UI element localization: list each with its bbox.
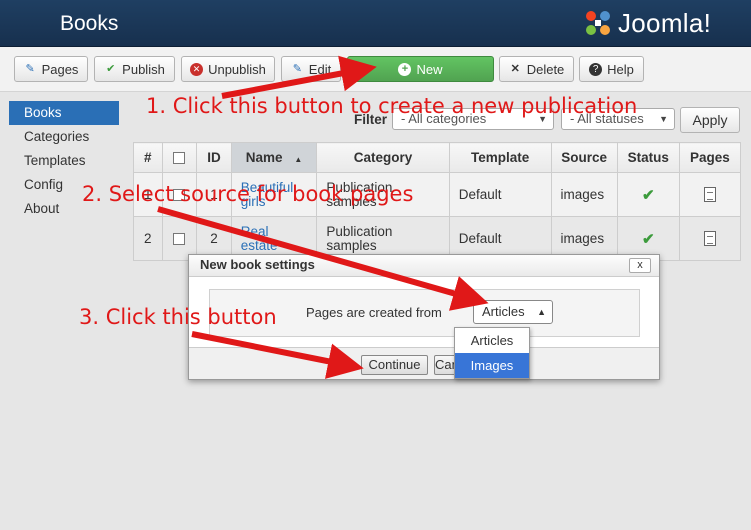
cancel-button[interactable]: Cancel [434, 355, 456, 375]
chevron-up-icon: ▲ [537, 307, 546, 317]
edit-icon: ✎ [25, 62, 35, 75]
apply-button[interactable]: Apply [680, 107, 740, 133]
dialog-title: New book settings [189, 255, 659, 277]
sidebar-item-templates[interactable]: Templates [9, 149, 119, 173]
column-header-template[interactable]: Template [448, 142, 552, 173]
publish-button-label: Publish [122, 61, 165, 77]
table-header-row: # ID Name ▲ Category Template Source Sta… [133, 142, 742, 173]
app-header: Books Joomla! [0, 0, 751, 47]
published-check-icon[interactable]: ✔ [642, 231, 655, 248]
row-checkbox[interactable] [173, 233, 186, 246]
x-icon: ✕ [510, 62, 520, 75]
unpublish-button-label: Unpublish [208, 61, 266, 77]
sidebar-item-categories[interactable]: Categories [9, 125, 119, 149]
toolbar: ✎ Pages ✔ Publish ✕ Unpublish ✎ Edit + N… [0, 47, 751, 92]
publish-button[interactable]: ✔ Publish [94, 56, 175, 82]
pages-source-select[interactable]: Articles ▲ [473, 300, 553, 324]
row-source: images [550, 172, 618, 217]
column-header-id[interactable]: ID [196, 142, 232, 173]
close-icon: x [637, 259, 643, 271]
edit-button[interactable]: ✎ Edit [281, 56, 341, 82]
chevron-down-icon: ▼ [659, 114, 668, 124]
logo-text: Joomla! [618, 7, 712, 38]
sidebar-item-books[interactable]: Books [9, 101, 119, 125]
pages-document-icon[interactable] [703, 231, 716, 247]
sort-ascending-icon: ▲ [294, 155, 303, 164]
annotation-step-2: 2. Select source for book pages [82, 182, 414, 206]
column-header-source[interactable]: Source [550, 142, 618, 173]
column-header-category[interactable]: Category [316, 142, 450, 173]
pages-source-label: Pages are created from [306, 305, 442, 320]
published-check-icon[interactable]: ✔ [642, 187, 655, 204]
column-header-select-all [161, 142, 198, 173]
new-button-label: New [416, 61, 443, 77]
help-button[interactable]: ? Help [579, 56, 644, 82]
plus-circle-icon: + [398, 62, 412, 76]
checkmark-icon: ✔ [106, 62, 116, 75]
column-header-name[interactable]: Name ▲ [230, 142, 318, 173]
annotation-step-1: 1. Click this button to create a new pub… [146, 94, 638, 118]
annotation-step-3: 3. Click this button [79, 305, 277, 329]
edit-icon: ✎ [292, 62, 302, 75]
column-header-status[interactable]: Status [616, 142, 680, 173]
row-pages-cell [678, 216, 742, 261]
joomla-logo: Joomla! [582, 6, 711, 40]
pages-document-icon[interactable] [703, 187, 716, 203]
select-all-checkbox[interactable] [173, 152, 186, 165]
new-button[interactable]: + New [347, 56, 494, 82]
option-images[interactable]: Images [455, 353, 529, 378]
continue-button[interactable]: Continue [361, 355, 428, 375]
pages-button-label: Pages [41, 61, 79, 77]
row-template: Default [448, 172, 552, 217]
column-header-number: # [133, 142, 163, 173]
close-button[interactable]: x [629, 258, 651, 273]
page-title: Books [60, 12, 119, 35]
row-number: 2 [133, 216, 163, 261]
edit-button-label: Edit [308, 61, 332, 77]
question-circle-icon: ? [589, 62, 603, 76]
dialog-footer: Continue Cancel [189, 347, 659, 379]
unpublish-button[interactable]: ✕ Unpublish [181, 56, 275, 82]
row-pages-cell [678, 172, 742, 217]
pages-button[interactable]: ✎ Pages [14, 56, 88, 82]
pages-source-value: Articles [482, 304, 525, 319]
row-status-cell: ✔ [616, 172, 680, 217]
pages-source-dropdown: Articles Images [454, 327, 530, 379]
help-button-label: Help [607, 61, 634, 77]
remove-circle-icon: ✕ [190, 62, 204, 76]
column-header-pages: Pages [678, 142, 742, 173]
delete-button[interactable]: ✕ Delete [499, 56, 574, 82]
book-name-link[interactable]: Real estate [241, 224, 278, 253]
option-articles[interactable]: Articles [455, 328, 529, 353]
column-header-name-label: Name [245, 150, 283, 165]
joomla-logo-icon [586, 11, 610, 35]
delete-button-label: Delete [526, 61, 565, 77]
